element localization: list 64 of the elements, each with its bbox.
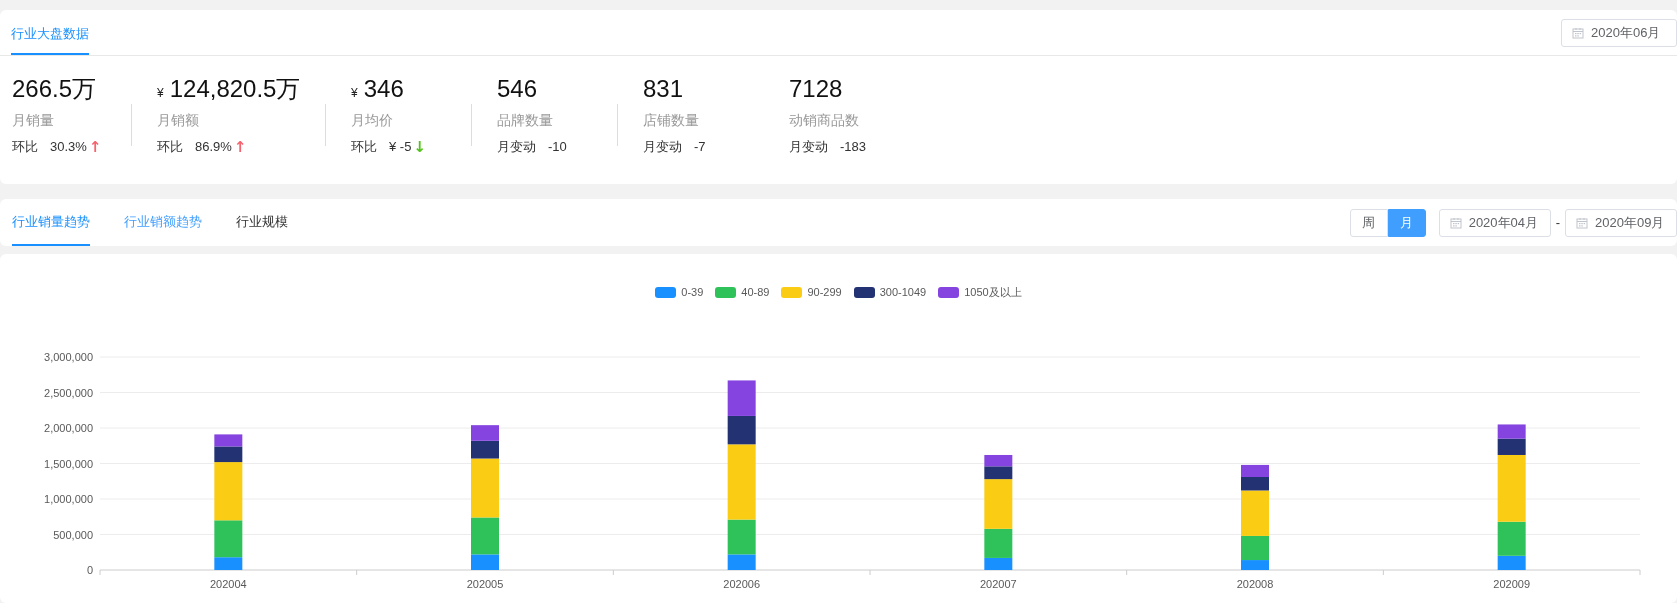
change-value: 30.3%	[50, 138, 87, 156]
stat-value: 266.5万	[12, 74, 97, 104]
date-picker[interactable]: 2020年06月	[1561, 18, 1677, 47]
tab[interactable]: 行业规模	[236, 199, 288, 246]
axis-tick-label: 1,500,000	[44, 457, 93, 469]
stat-label: 动销商品数	[789, 111, 860, 130]
axis-tick-label: 2,500,000	[44, 386, 93, 398]
stat-label: 月销额	[157, 111, 200, 130]
calendar-icon	[1576, 216, 1588, 229]
bar-segment	[214, 433, 243, 446]
currency-symbol: ¥	[157, 85, 164, 102]
axis-tick-label: 202008	[1236, 577, 1274, 590]
bar-segment	[1497, 423, 1526, 439]
tab[interactable]: 行业销量趋势	[12, 199, 90, 246]
change-label: 月变动	[643, 138, 682, 156]
stat-label: 品牌数量	[497, 111, 554, 130]
change-label: 月变动	[497, 138, 536, 156]
trend-arrow: ↓	[413, 138, 426, 155]
legend-label: 300-1049	[879, 285, 927, 300]
axis-tick-label: 202005	[466, 577, 504, 590]
stat-value: 7128	[789, 74, 843, 104]
period-button[interactable]: 周	[1349, 208, 1388, 237]
change-value: -10	[548, 138, 567, 156]
change-value: -7	[694, 138, 706, 156]
calendar-icon	[1449, 216, 1462, 229]
axis-tick-label: 202006	[723, 577, 761, 590]
axis-tick-label: 0	[86, 563, 93, 576]
legend-label: 90-299	[807, 285, 842, 300]
stat-label: 月销量	[12, 111, 55, 130]
axis-tick-label: 202009	[1493, 577, 1531, 590]
axis-tick-label: 202004	[209, 577, 247, 590]
currency-symbol: ¥	[351, 85, 358, 102]
date-picker[interactable]: 2020年09月	[1565, 208, 1677, 237]
change-label: 环比	[12, 138, 38, 156]
bar-segment	[727, 379, 756, 416]
axis-tick-label: 500,000	[53, 528, 93, 540]
stat-value: 546	[497, 74, 538, 104]
trend-arrow: ↑	[233, 138, 247, 155]
trend-arrow: ↑	[88, 138, 102, 155]
legend-label: 0-39	[681, 285, 704, 300]
bar-segment	[1241, 464, 1269, 477]
stat-value: 831	[643, 74, 684, 104]
stat-label: 店铺数量	[643, 111, 700, 130]
date-picker[interactable]: 2020年04月	[1438, 208, 1551, 237]
bar-segment	[471, 424, 499, 441]
range-separator: -	[1555, 213, 1560, 232]
bar-segment	[984, 454, 1013, 466]
legend-label: 1050及以上	[964, 285, 1022, 300]
change-label: 月变动	[789, 138, 828, 156]
stat-label: 月均价	[351, 111, 394, 130]
change-value: ¥ -5	[389, 138, 412, 156]
change-label: 环比	[157, 138, 183, 156]
legend-label: 40-89	[741, 285, 770, 300]
axis-tick-label: 1,000,000	[44, 492, 93, 505]
axis-tick-label: 202007	[979, 577, 1017, 590]
calendar-icon	[1572, 26, 1584, 39]
axis-tick-label: 3,000,000	[44, 350, 93, 363]
change-value: -183	[840, 138, 867, 156]
change-label: 环比	[351, 138, 377, 156]
stat-value: 124,820.5万	[169, 74, 301, 104]
axis-tick-label: 2,000,000	[44, 421, 93, 434]
change-value: 86.9%	[195, 138, 232, 156]
tab[interactable]: 行业大盘数据	[11, 23, 89, 55]
stat-value: 346	[363, 74, 404, 104]
